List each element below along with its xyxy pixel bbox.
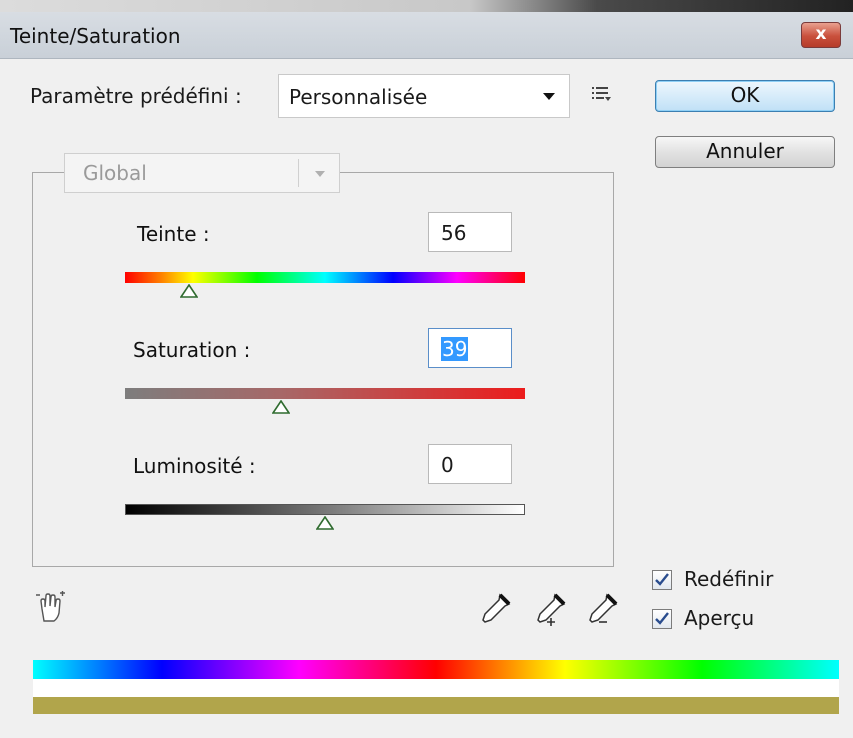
hue-label: Teinte : (137, 222, 210, 246)
saturation-slider-thumb[interactable] (272, 400, 290, 414)
saturation-slider-track[interactable] (125, 388, 525, 399)
hue-input[interactable]: 56 (428, 212, 512, 252)
saturation-input[interactable]: 39 (428, 328, 512, 368)
dialog-title: Teinte/Saturation (10, 24, 181, 48)
chevron-down-icon (315, 171, 325, 177)
channel-select[interactable]: Global (64, 153, 340, 193)
lightness-value: 0 (441, 453, 454, 477)
hue-value: 56 (441, 221, 467, 245)
cancel-button[interactable]: Annuler (655, 136, 835, 168)
preset-value: Personnalisée (289, 85, 428, 109)
color-bar-gap (33, 679, 839, 697)
window-top-strip (0, 0, 853, 12)
title-bar: Teinte/Saturation x (0, 12, 853, 59)
checkmark-icon (655, 612, 669, 625)
channel-value: Global (83, 161, 147, 185)
close-button[interactable]: x (801, 22, 841, 48)
eyedropper-subtract-icon[interactable] (585, 592, 619, 628)
saturation-value: 39 (441, 337, 469, 361)
targeted-adjust-hand-icon[interactable] (34, 591, 68, 623)
checkmark-icon (655, 573, 669, 586)
redefine-label: Redéfinir (684, 567, 774, 591)
chevron-down-icon (543, 93, 555, 100)
lightness-label: Luminosité : (133, 454, 256, 478)
lightness-slider-track[interactable] (125, 504, 525, 515)
redefine-checkbox[interactable] (652, 570, 672, 590)
preset-dropdown[interactable]: Personnalisée (278, 74, 570, 118)
ok-button[interactable]: OK (655, 80, 835, 112)
lightness-slider-thumb[interactable] (316, 516, 334, 530)
preview-label: Aperçu (684, 606, 755, 630)
preview-checkbox[interactable] (652, 609, 672, 629)
output-color-bar (33, 697, 839, 714)
lightness-input[interactable]: 0 (428, 444, 512, 484)
eyedropper-add-icon[interactable] (533, 592, 567, 628)
preset-label: Paramètre prédéfini : (30, 84, 242, 108)
hue-slider-thumb[interactable] (180, 284, 198, 298)
eyedropper-icon[interactable] (478, 592, 512, 626)
saturation-label: Saturation : (133, 338, 251, 362)
input-color-bar (33, 660, 839, 679)
select-divider (298, 159, 299, 187)
list-options-icon[interactable] (590, 84, 612, 104)
hue-slider-track[interactable] (125, 272, 525, 283)
